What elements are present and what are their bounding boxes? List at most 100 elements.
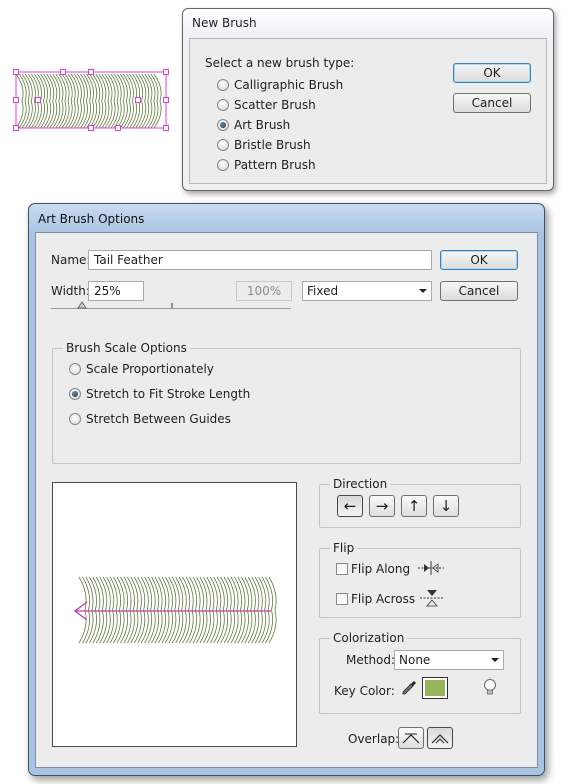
radio-scale-proportionately[interactable]: Scale Proportionately bbox=[69, 361, 214, 377]
radio-button[interactable] bbox=[217, 99, 229, 111]
selection-handle bbox=[13, 125, 19, 131]
feather-strand bbox=[76, 73, 85, 129]
width-label: Width: bbox=[51, 284, 90, 298]
ok-button[interactable]: OK bbox=[440, 250, 518, 270]
name-label: Name: bbox=[51, 253, 91, 267]
feather-strand bbox=[67, 73, 76, 129]
selected-feather-artwork[interactable] bbox=[8, 62, 178, 138]
colorization-method-select[interactable]: None bbox=[394, 650, 504, 670]
radio-button[interactable] bbox=[69, 363, 81, 375]
cancel-button[interactable]: Cancel bbox=[453, 93, 531, 113]
feather-strand bbox=[150, 73, 159, 129]
dialog-title: New Brush bbox=[192, 16, 257, 30]
radio-button[interactable] bbox=[217, 79, 229, 91]
selection-handle bbox=[13, 97, 19, 103]
selection-handle bbox=[115, 125, 121, 131]
radio-button[interactable] bbox=[217, 139, 229, 151]
checkbox[interactable] bbox=[336, 563, 348, 575]
group-title: Flip bbox=[330, 541, 358, 555]
feather-strand bbox=[70, 73, 79, 129]
radio-label: Stretch Between Guides bbox=[86, 412, 231, 426]
feather-strand bbox=[92, 73, 101, 129]
feather-strand bbox=[24, 73, 33, 129]
radio-button[interactable] bbox=[217, 159, 229, 171]
width-slider[interactable] bbox=[51, 301, 293, 313]
feather-strand bbox=[61, 73, 70, 129]
radio-pattern-brush[interactable]: Pattern Brush bbox=[217, 157, 316, 173]
feather-strand bbox=[104, 73, 113, 129]
art-brush-client: Name: Tail Feather OK Width: 25% 100% Fi… bbox=[35, 232, 538, 768]
radio-button-selected[interactable] bbox=[217, 119, 229, 131]
feather-strand bbox=[89, 73, 98, 129]
radio-label: Scatter Brush bbox=[234, 98, 316, 112]
feather-strand bbox=[49, 73, 58, 129]
flip-across-icon bbox=[420, 590, 444, 607]
key-color-swatch[interactable] bbox=[422, 677, 448, 699]
feather-strand bbox=[147, 73, 156, 129]
direction-left-button[interactable]: ← bbox=[337, 495, 363, 517]
selection-handle bbox=[35, 97, 41, 103]
width-input[interactable]: 25% bbox=[88, 281, 144, 301]
radio-art-brush[interactable]: Art Brush bbox=[217, 117, 290, 133]
selection-handle bbox=[135, 97, 141, 103]
ok-button[interactable]: OK bbox=[453, 63, 531, 83]
flip-across-checkbox[interactable]: Flip Across bbox=[336, 591, 415, 607]
direction-up-button[interactable]: ↑ bbox=[401, 495, 427, 517]
select-value: Fixed bbox=[307, 284, 339, 298]
key-color-label: Key Color: bbox=[334, 684, 395, 698]
feather-strand bbox=[55, 73, 64, 129]
radio-label: Calligraphic Brush bbox=[234, 78, 344, 92]
direction-down-button[interactable]: ↓ bbox=[433, 495, 459, 517]
width-mode-select[interactable]: Fixed bbox=[302, 281, 432, 301]
radio-button-selected[interactable] bbox=[69, 388, 81, 400]
new-brush-titlebar: New Brush bbox=[183, 9, 553, 37]
new-brush-panel: Select a new brush type: Calligraphic Br… bbox=[189, 38, 547, 184]
radio-label: Art Brush bbox=[234, 118, 291, 132]
feather-strand bbox=[95, 73, 104, 129]
feather-strand bbox=[64, 73, 73, 129]
radio-scatter-brush[interactable]: Scatter Brush bbox=[217, 97, 316, 113]
group-title: Brush Scale Options bbox=[63, 341, 190, 355]
overlap-none-button[interactable] bbox=[427, 727, 453, 749]
brush-type-prompt: Select a new brush type: bbox=[205, 56, 355, 70]
width-max-field: 100% bbox=[236, 281, 292, 301]
feather-strand bbox=[46, 73, 55, 129]
radio-calligraphic-brush[interactable]: Calligraphic Brush bbox=[217, 77, 343, 93]
direction-right-button[interactable]: → bbox=[369, 495, 395, 517]
eyedropper-icon[interactable] bbox=[400, 679, 418, 697]
radio-label: Pattern Brush bbox=[234, 158, 316, 172]
flip-along-icon bbox=[418, 561, 444, 575]
feather-strand bbox=[78, 576, 87, 644]
overlap-label: Overlap: bbox=[348, 732, 400, 746]
feather-strand bbox=[43, 73, 52, 129]
feather-strand bbox=[144, 73, 153, 129]
feather-strand bbox=[27, 73, 36, 129]
selection-handle bbox=[88, 125, 94, 131]
group-title: Direction bbox=[330, 477, 391, 491]
brush-preview-canvas bbox=[73, 576, 277, 644]
feather-strand bbox=[116, 73, 125, 129]
selection-handle bbox=[60, 69, 66, 75]
selection-handle bbox=[163, 69, 169, 75]
radio-label: Bristle Brush bbox=[234, 138, 311, 152]
lightbulb-tips-icon[interactable] bbox=[481, 677, 499, 697]
selection-handle bbox=[163, 125, 169, 131]
arrow-left-icon: ← bbox=[343, 497, 357, 515]
checkbox-label: Flip Along bbox=[351, 562, 411, 576]
checkbox[interactable] bbox=[336, 593, 348, 605]
radio-stretch-between-guides[interactable]: Stretch Between Guides bbox=[69, 411, 231, 427]
radio-button[interactable] bbox=[69, 413, 81, 425]
overlap-adjust-button[interactable] bbox=[398, 727, 424, 749]
radio-bristle-brush[interactable]: Bristle Brush bbox=[217, 137, 311, 153]
feather-strand bbox=[126, 73, 134, 129]
checkbox-label: Flip Across bbox=[351, 592, 416, 606]
brush-name-input[interactable]: Tail Feather bbox=[88, 250, 432, 270]
feather-strand bbox=[119, 73, 128, 129]
feather-strands bbox=[78, 576, 277, 644]
feather-strand bbox=[21, 73, 30, 129]
arrow-right-icon: → bbox=[375, 497, 389, 515]
flip-along-checkbox[interactable]: Flip Along bbox=[336, 561, 410, 577]
chevron-down-icon bbox=[491, 658, 499, 662]
radio-stretch-to-fit[interactable]: Stretch to Fit Stroke Length bbox=[69, 386, 250, 402]
cancel-button[interactable]: Cancel bbox=[440, 281, 518, 301]
